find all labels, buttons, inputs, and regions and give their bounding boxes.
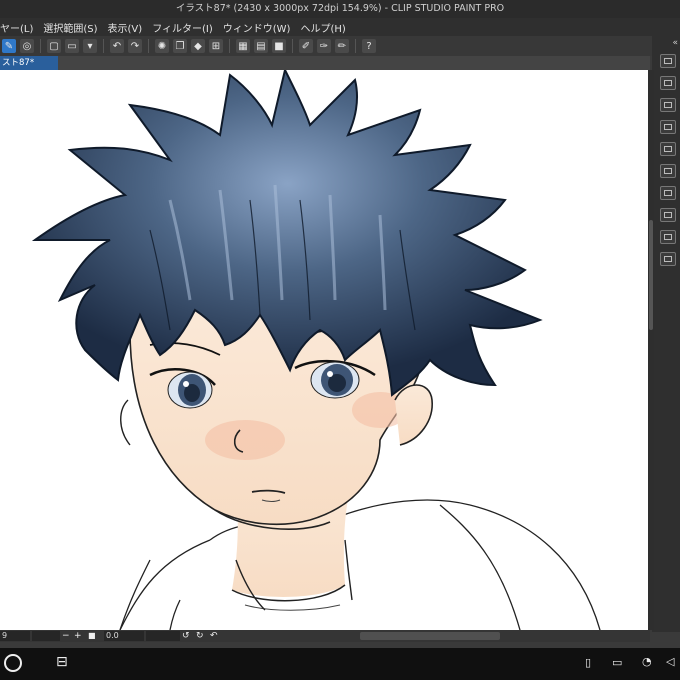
redo-icon[interactable]: ↷ <box>128 39 142 53</box>
undo-icon[interactable]: ↶ <box>110 39 124 53</box>
menu-view[interactable]: 表示(V) <box>108 20 143 35</box>
zoom-field[interactable]: 9 <box>0 631 30 641</box>
zoom-slider[interactable] <box>32 631 60 641</box>
window-title: イラスト87* (2430 x 3000px 72dpi 154.9%) - C… <box>175 3 505 14</box>
toolbar-divider <box>148 39 149 53</box>
document-tab-label: スト87* <box>2 58 35 68</box>
edit-icon[interactable]: ✎ <box>2 39 16 53</box>
loading-icon[interactable]: ✺ <box>155 39 169 53</box>
volume-icon[interactable]: ◁ <box>666 655 674 668</box>
taskbar: ⊟ ▯ ▭ ◔ ◁ <box>0 648 680 680</box>
toolbar-divider <box>103 39 104 53</box>
zoom-out-icon[interactable]: − <box>62 630 70 642</box>
toolbar-divider <box>355 39 356 53</box>
panel-icon[interactable] <box>660 54 676 68</box>
open-folder-icon[interactable]: ▭ <box>65 39 79 53</box>
collapse-icon[interactable]: « <box>672 38 678 48</box>
panel-icon[interactable] <box>660 252 676 266</box>
horizontal-scrollbar[interactable] <box>360 632 500 640</box>
menu-help[interactable]: ヘルプ(H) <box>300 20 345 35</box>
panel-icon[interactable] <box>660 76 676 90</box>
transform-icon[interactable]: ⊞ <box>209 39 223 53</box>
angle-slider[interactable] <box>146 631 180 641</box>
square-icon[interactable]: ■ <box>272 39 286 53</box>
menu-bar: ヤー(L) 選択範囲(S) 表示(V) フィルター(I) ウィンドウ(W) ヘル… <box>0 18 680 36</box>
hair <box>31 70 543 397</box>
right-panel-dock: « <box>652 36 680 632</box>
angle-value: 0.0 <box>106 631 119 640</box>
ear <box>394 384 433 446</box>
save-icon[interactable]: ▾ <box>83 39 97 53</box>
document-tab-bar: スト87* <box>0 56 650 70</box>
fit-icon[interactable]: ■ <box>88 630 96 642</box>
brush-icon[interactable]: ✑ <box>317 39 331 53</box>
record-icon[interactable]: ◎ <box>20 39 34 53</box>
toolbar-divider <box>40 39 41 53</box>
panel-icon[interactable] <box>660 208 676 222</box>
toolbar-divider <box>229 39 230 53</box>
menu-window[interactable]: ウィンドウ(W) <box>223 20 291 35</box>
layer-icon[interactable]: ▤ <box>254 39 268 53</box>
zoom-in-icon[interactable]: + <box>74 630 82 642</box>
panel-icon[interactable] <box>660 98 676 112</box>
fill-icon[interactable]: ◆ <box>191 39 205 53</box>
wifi-icon[interactable]: ◔ <box>642 655 652 668</box>
drawing-canvas[interactable] <box>0 70 648 630</box>
panel-icon[interactable] <box>660 142 676 156</box>
toolbar-divider <box>292 39 293 53</box>
panel-icon[interactable] <box>660 120 676 134</box>
search-circle-icon[interactable] <box>4 654 22 672</box>
pencil-icon[interactable]: ✏ <box>335 39 349 53</box>
illustration <box>31 70 601 630</box>
new-file-icon[interactable]: ▢ <box>47 39 61 53</box>
document-tab[interactable]: スト87* <box>0 56 58 70</box>
menu-filter[interactable]: フィルター(I) <box>152 20 213 35</box>
battery-icon[interactable]: ▭ <box>612 656 622 669</box>
grid-icon[interactable]: ▦ <box>236 39 250 53</box>
rotate-right-icon[interactable]: ↻ <box>196 630 204 642</box>
vertical-scrollbar[interactable] <box>648 70 654 630</box>
zoom-value: 9 <box>2 631 8 640</box>
vertical-scrollbar-thumb[interactable] <box>649 220 653 330</box>
command-bar: ✎ ◎ ▢ ▭ ▾ ↶ ↷ ✺ ❐ ◆ ⊞ ▦ ▤ ■ ✐ ✑ ✏ ? <box>0 36 680 56</box>
pen-icon[interactable]: ✐ <box>299 39 313 53</box>
task-view-icon[interactable]: ⊟ <box>56 654 68 670</box>
shirt <box>119 499 601 630</box>
status-bar: 9 − + ■ 0.0 ↺ ↻ ↶ <box>0 630 650 642</box>
reset-rotation-icon[interactable]: ↶ <box>210 630 218 642</box>
angle-field[interactable]: 0.0 <box>104 631 144 641</box>
panel-icon[interactable] <box>660 164 676 178</box>
rotate-left-icon[interactable]: ↺ <box>182 630 190 642</box>
panel-icon[interactable] <box>660 230 676 244</box>
help-icon[interactable]: ? <box>362 39 376 53</box>
title-bar: イラスト87* (2430 x 3000px 72dpi 154.9%) - C… <box>0 0 680 18</box>
device-icon[interactable]: ▯ <box>585 656 591 669</box>
menu-layer[interactable]: ヤー(L) <box>0 20 33 35</box>
panel-icon[interactable] <box>660 186 676 200</box>
copy-icon[interactable]: ❐ <box>173 39 187 53</box>
menu-selection[interactable]: 選択範囲(S) <box>43 20 97 35</box>
